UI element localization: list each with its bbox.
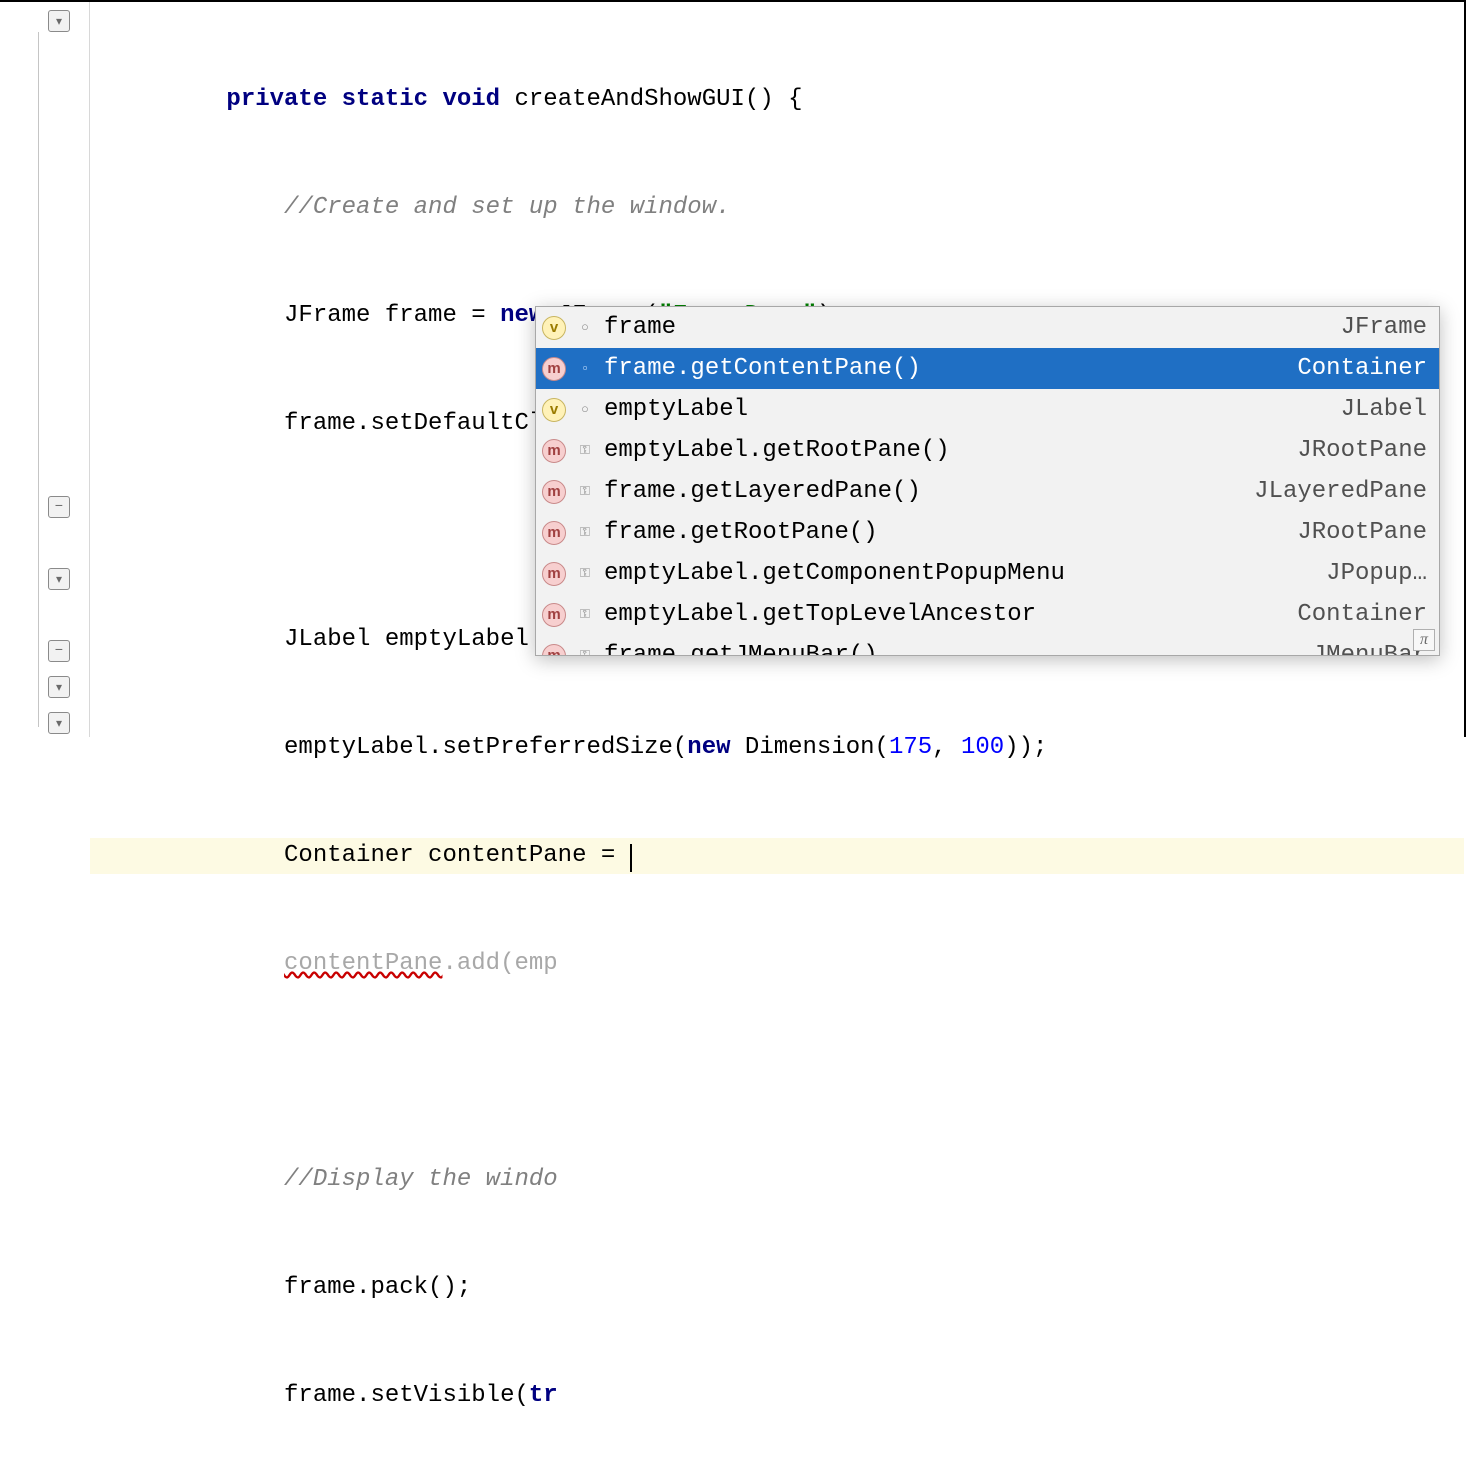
completion-item[interactable]: m ▫ frame.getContentPane() Container xyxy=(536,348,1439,389)
visibility-icon: ⚿ xyxy=(576,483,594,501)
fold-icon[interactable] xyxy=(48,496,70,518)
visibility-icon: ○ xyxy=(576,319,594,337)
method-icon: m xyxy=(542,480,566,504)
completion-type: JPopup… xyxy=(1326,560,1427,587)
completion-name: emptyLabel.getRootPane() xyxy=(604,437,1287,464)
code-line-active[interactable]: Container contentPane = xyxy=(90,838,1464,874)
completion-name: frame xyxy=(604,314,1331,341)
fold-icon[interactable] xyxy=(48,712,70,734)
visibility-icon: ⚿ xyxy=(576,565,594,583)
code-line[interactable]: emptyLabel.setPreferredSize(new Dimensio… xyxy=(90,730,1464,766)
fold-icon[interactable] xyxy=(48,640,70,662)
completion-item[interactable]: m ⚿ emptyLabel.getTopLevelAncestor Containe… xyxy=(536,594,1439,635)
completion-type: JFrame xyxy=(1341,314,1427,341)
variable-icon: v xyxy=(542,316,566,340)
method-icon: m xyxy=(542,521,566,545)
completion-item[interactable]: m ⚿ frame.getJMenuBar() JMenuBar xyxy=(536,635,1439,656)
method-icon: m xyxy=(542,603,566,627)
variable-icon: v xyxy=(542,398,566,422)
method-icon: m xyxy=(542,562,566,586)
method-icon: m xyxy=(542,644,566,657)
fold-icon[interactable] xyxy=(48,568,70,590)
pi-icon[interactable]: π xyxy=(1413,629,1435,651)
completion-item[interactable]: v ○ frame JFrame xyxy=(536,307,1439,348)
method-icon: m xyxy=(542,439,566,463)
completion-item[interactable]: m ⚿ emptyLabel.getComponentPopupMenu JPopup… xyxy=(536,553,1439,594)
completion-type: JLabel xyxy=(1341,396,1427,423)
completion-item[interactable]: m ⚿ frame.getLayeredPane() JLayeredPane xyxy=(536,471,1439,512)
visibility-icon: ⚿ xyxy=(576,524,594,542)
method-icon: m xyxy=(542,357,566,381)
visibility-icon: ▫ xyxy=(576,360,594,378)
visibility-icon: ⚿ xyxy=(576,606,594,624)
autocomplete-popup[interactable]: v ○ frame JFrame m ▫ frame.getContentPane() Con… xyxy=(535,306,1440,656)
code-line[interactable]: //Display the windo xyxy=(90,1162,1464,1198)
completion-name: emptyLabel.getComponentPopupMenu xyxy=(604,560,1316,587)
visibility-icon: ○ xyxy=(576,401,594,419)
completion-name: emptyLabel xyxy=(604,396,1331,423)
completion-item[interactable]: v ○ emptyLabel JLabel xyxy=(536,389,1439,430)
text-caret xyxy=(630,844,632,872)
code-line[interactable]: frame.pack(); xyxy=(90,1270,1464,1306)
visibility-icon: ⚿ xyxy=(576,442,594,460)
completion-name: frame.getLayeredPane() xyxy=(604,478,1244,505)
fold-guide xyxy=(38,32,39,727)
completion-type: JRootPane xyxy=(1297,437,1427,464)
code-line[interactable]: contentPane.add(emp xyxy=(90,946,1464,982)
completion-type: JLayeredPane xyxy=(1254,478,1427,505)
gutter xyxy=(0,2,90,737)
completion-name: frame.getContentPane() xyxy=(604,355,1287,382)
completion-item[interactable]: m ⚿ frame.getRootPane() JRootPane xyxy=(536,512,1439,553)
completion-type: JMenuBar xyxy=(1312,642,1427,656)
completion-type: JRootPane xyxy=(1297,519,1427,546)
completion-type: Container xyxy=(1297,601,1427,628)
visibility-icon: ⚿ xyxy=(576,647,594,657)
completion-type: Container xyxy=(1297,355,1427,382)
fold-icon[interactable] xyxy=(48,10,70,32)
completion-item[interactable]: m ⚿ emptyLabel.getRootPane() JRootPane xyxy=(536,430,1439,471)
code-line[interactable]: //Create and set up the window. xyxy=(90,190,1464,226)
completion-name: frame.getJMenuBar() xyxy=(604,642,1302,656)
completion-name: frame.getRootPane() xyxy=(604,519,1287,546)
fold-icon[interactable] xyxy=(48,676,70,698)
code-line[interactable]: frame.setVisible(tr xyxy=(90,1378,1464,1414)
completion-name: emptyLabel.getTopLevelAncestor xyxy=(604,601,1287,628)
code-line[interactable] xyxy=(90,1054,1464,1090)
code-line[interactable]: private static void createAndShowGUI() { xyxy=(90,82,1464,118)
